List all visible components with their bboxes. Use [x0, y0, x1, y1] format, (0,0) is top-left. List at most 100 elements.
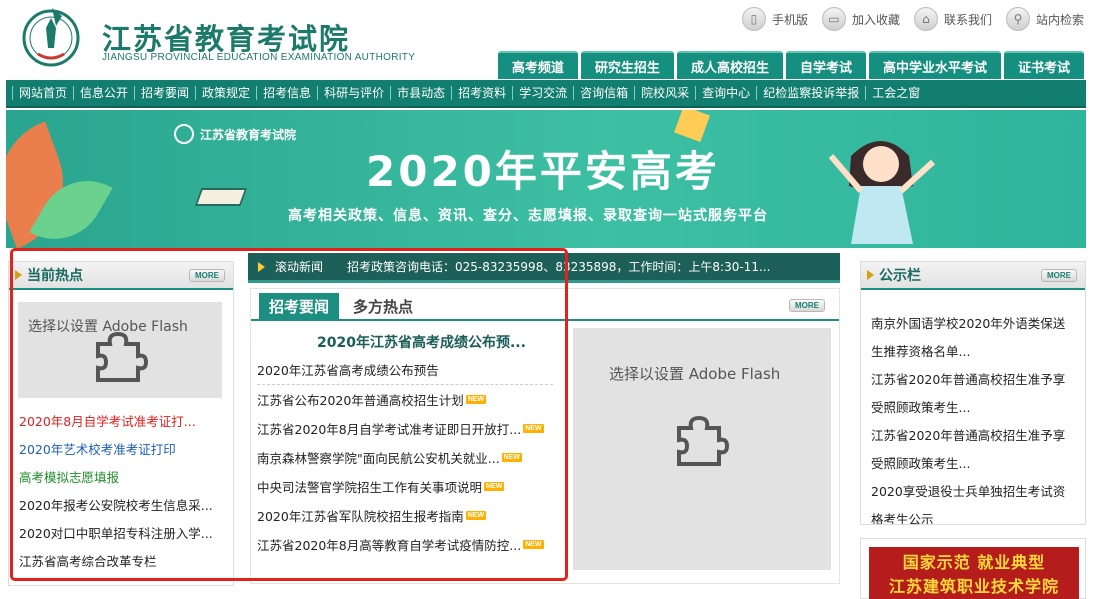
- banner-logo: 江苏省教育考试院: [174, 124, 296, 144]
- add-favorite-label: 加入收藏: [851, 12, 900, 27]
- notice-more-button[interactable]: MORE: [1041, 269, 1077, 282]
- news-item-title: 中央司法警官学院招生工作有关事项说明: [257, 480, 483, 495]
- hot-topics-panel: 当前热点 MORE 选择以设置 Adobe Flash 2020年8月自学考试准…: [8, 261, 234, 586]
- arrow-right-icon: [15, 270, 22, 280]
- news-item[interactable]: 南京森林警察学院"面向民航公安机关就业... NEW: [257, 443, 553, 472]
- puzzle-plugin-icon: [677, 415, 729, 466]
- nav-item-mailbox[interactable]: 咨询信箱: [573, 86, 634, 100]
- nav-item-materials[interactable]: 招考资料: [451, 86, 512, 100]
- hot-topic-item[interactable]: 2020年8月自学考试准考证打...: [19, 412, 229, 440]
- notice-item[interactable]: 南京外国语学校2020年外语类保送生推荐资格名单...: [871, 310, 1077, 366]
- nav-item-home[interactable]: 网站首页: [12, 86, 73, 100]
- mobile-version-link[interactable]: ▯ 手机版: [741, 7, 808, 31]
- tab-adult-college[interactable]: 成人高校招生: [676, 51, 783, 79]
- hot-topic-item[interactable]: 2020对口中职单招专科注册入学...: [19, 524, 229, 552]
- contact-us-label: 联系我们: [943, 12, 992, 27]
- nav-item-city-news[interactable]: 市县动态: [390, 86, 451, 100]
- arrow-right-icon: [258, 261, 265, 272]
- college-ad-image: 国家示范 就业典型 江苏建筑职业技术学院: [869, 547, 1079, 599]
- new-badge: NEW: [484, 482, 505, 491]
- news-item[interactable]: 中央司法警官学院招生工作有关事项说明 NEW: [257, 472, 553, 501]
- site-header: 江苏省教育考试院 JIANGSU PROVINCIAL EDUCATION EX…: [0, 0, 1120, 80]
- new-badge: NEW: [523, 540, 544, 549]
- scrolling-news-label: 滚动新闻: [275, 260, 324, 274]
- nav-item-exam-info[interactable]: 招考信息: [256, 86, 317, 100]
- tab-certificate[interactable]: 证书考试: [1003, 51, 1084, 79]
- flash-placeholder[interactable]: 选择以设置 Adobe Flash: [573, 328, 831, 570]
- new-badge: NEW: [523, 424, 544, 433]
- folder-icon: ▭: [821, 7, 846, 31]
- news-item[interactable]: 江苏省2020年8月自学考试准考证即日开放打... NEW: [257, 414, 553, 443]
- notice-item[interactable]: 江苏省2020年普通高校招生准予享受照顾政策考生...: [871, 366, 1077, 422]
- notice-board-panel: 公示栏 MORE 南京外国语学校2020年外语类保送生推荐资格名单... 江苏省…: [860, 261, 1086, 525]
- news-item[interactable]: 2020年江苏省高考成绩公布预告: [257, 355, 553, 385]
- scrolling-news-bar: 滚动新闻 招考政策咨询电话：025-83235998、83235898，工作时间…: [248, 253, 840, 283]
- news-headline[interactable]: 2020年江苏省高考成绩公布预...: [317, 332, 526, 352]
- banner-logo-label: 江苏省教育考试院: [200, 127, 297, 142]
- news-item[interactable]: 2020年江苏省军队院校招生报考指南 NEW: [257, 501, 553, 530]
- tab-graduate[interactable]: 研究生招生: [580, 51, 674, 79]
- nav-item-research[interactable]: 科研与评价: [317, 86, 390, 100]
- hot-topic-item[interactable]: 2020年报考公安院校考生信息采...: [19, 496, 229, 524]
- college-ad-banner[interactable]: 国家示范 就业典型 江苏建筑职业技术学院: [860, 538, 1086, 599]
- site-logo-subtitle: JIANGSU PROVINCIAL EDUCATION EXAMINATION…: [102, 52, 416, 63]
- puzzle-plugin-icon: [96, 331, 148, 382]
- nav-item-info-disclosure[interactable]: 信息公开: [73, 86, 134, 100]
- hot-topics-list: 2020年8月自学考试准考证打... 2020年艺术校考准考证打印 高考模拟志愿…: [19, 412, 229, 580]
- hero-banner[interactable]: 江苏省教育考试院 2020年平安高考 高考相关政策、信息、资讯、查分、志愿填报、…: [6, 110, 1086, 248]
- nav-item-news[interactable]: 招考要闻: [134, 86, 195, 100]
- nav-item-policy[interactable]: 政策规定: [195, 86, 256, 100]
- hot-topic-item[interactable]: 2020年艺术校考准考证打印: [19, 440, 229, 468]
- hot-topics-title: 当前热点: [15, 265, 83, 285]
- tab-hot-spots[interactable]: 多方热点: [343, 293, 423, 319]
- contact-us-link[interactable]: ⌂ 联系我们: [913, 7, 992, 31]
- add-favorite-link[interactable]: ▭ 加入收藏: [821, 7, 900, 31]
- ad-line-1: 国家示范 就业典型: [902, 553, 1046, 572]
- notice-item[interactable]: 江苏省2020年普通高校招生准予享受照顾政策考生...: [871, 422, 1077, 478]
- news-item-title: 2020年江苏省高考成绩公布预告: [257, 363, 439, 378]
- new-badge: NEW: [465, 511, 487, 520]
- logo-seal-icon[interactable]: [22, 4, 80, 68]
- news-item-title: 江苏省公布2020年普通高校招生计划: [257, 393, 464, 408]
- hot-topics-more-button[interactable]: MORE: [189, 269, 225, 282]
- channel-tabs: 高考频道 研究生招生 成人高校招生 自学考试 高中学业水平考试 证书考试: [497, 51, 1084, 79]
- hot-topics-header: 当前热点 MORE: [9, 262, 233, 290]
- news-item[interactable]: 江苏省公布2020年普通高校招生计划 NEW: [257, 385, 553, 414]
- top-utility-links: ▯ 手机版 ▭ 加入收藏 ⌂ 联系我们 ⚲ 站内检索: [741, 5, 1084, 33]
- news-panel: 招考要闻 多方热点 MORE 2020年江苏省高考成绩公布预... 2020年江…: [250, 288, 840, 584]
- hot-topics-label: 当前热点: [27, 268, 83, 284]
- hot-topic-item[interactable]: 高考模拟志愿填报: [19, 468, 229, 496]
- hot-topic-item[interactable]: 江苏省高考综合改革专栏: [19, 552, 229, 580]
- notice-list: 南京外国语学校2020年外语类保送生推荐资格名单... 江苏省2020年普通高校…: [871, 310, 1077, 524]
- news-item-title: 2020年江苏省军队院校招生报考指南: [257, 509, 464, 524]
- site-search-label: 站内检索: [1035, 12, 1084, 27]
- tab-high-school-level[interactable]: 高中学业水平考试: [868, 51, 1001, 79]
- nav-item-union[interactable]: 工会之窗: [865, 86, 926, 100]
- tab-admission-news[interactable]: 招考要闻: [259, 293, 340, 319]
- main-nav: 网站首页 信息公开 招考要闻 政策规定 招考信息 科研与评价 市县动态 招考资料…: [6, 80, 1086, 108]
- flash-placeholder[interactable]: 选择以设置 Adobe Flash: [18, 302, 222, 398]
- banner-seal-icon: [174, 124, 194, 144]
- tab-self-study[interactable]: 自学考试: [785, 51, 866, 79]
- banner-title: 2020年平安高考: [366, 147, 720, 196]
- news-item-title: 南京森林警察学院"面向民航公安机关就业...: [257, 451, 500, 466]
- notice-item[interactable]: 2020享受退役士兵单独招生考试资格考生公示: [871, 478, 1077, 524]
- scrolling-news-text[interactable]: 招考政策咨询电话：025-83235998、83235898，工作时间：上午8:…: [347, 258, 770, 275]
- home-icon: ⌂: [913, 7, 938, 31]
- nav-item-colleges[interactable]: 院校风采: [634, 86, 695, 100]
- mobile-version-label: 手机版: [771, 12, 808, 27]
- girl-illustration-icon: [828, 141, 936, 244]
- notice-board-header: 公示栏 MORE: [861, 262, 1085, 290]
- nav-item-exchange[interactable]: 学习交流: [512, 86, 573, 100]
- nav-item-discipline[interactable]: 纪检监察投诉举报: [756, 86, 865, 100]
- book-icon: [194, 188, 248, 206]
- news-item[interactable]: 江苏省2020年8月高等教育自学考试疫情防控... NEW: [257, 530, 553, 559]
- nav-item-query[interactable]: 查询中心: [695, 86, 756, 100]
- news-more-button[interactable]: MORE: [789, 299, 825, 312]
- site-search-link[interactable]: ⚲ 站内检索: [1005, 7, 1084, 31]
- banner-subtitle: 高考相关政策、信息、资讯、查分、志愿填报、录取查询一站式服务平台: [288, 208, 768, 224]
- tab-gaokao[interactable]: 高考频道: [497, 51, 578, 79]
- arrow-right-icon: [867, 270, 874, 280]
- new-badge: NEW: [501, 453, 523, 462]
- flash-placeholder-text: 选择以设置 Adobe Flash: [609, 365, 781, 383]
